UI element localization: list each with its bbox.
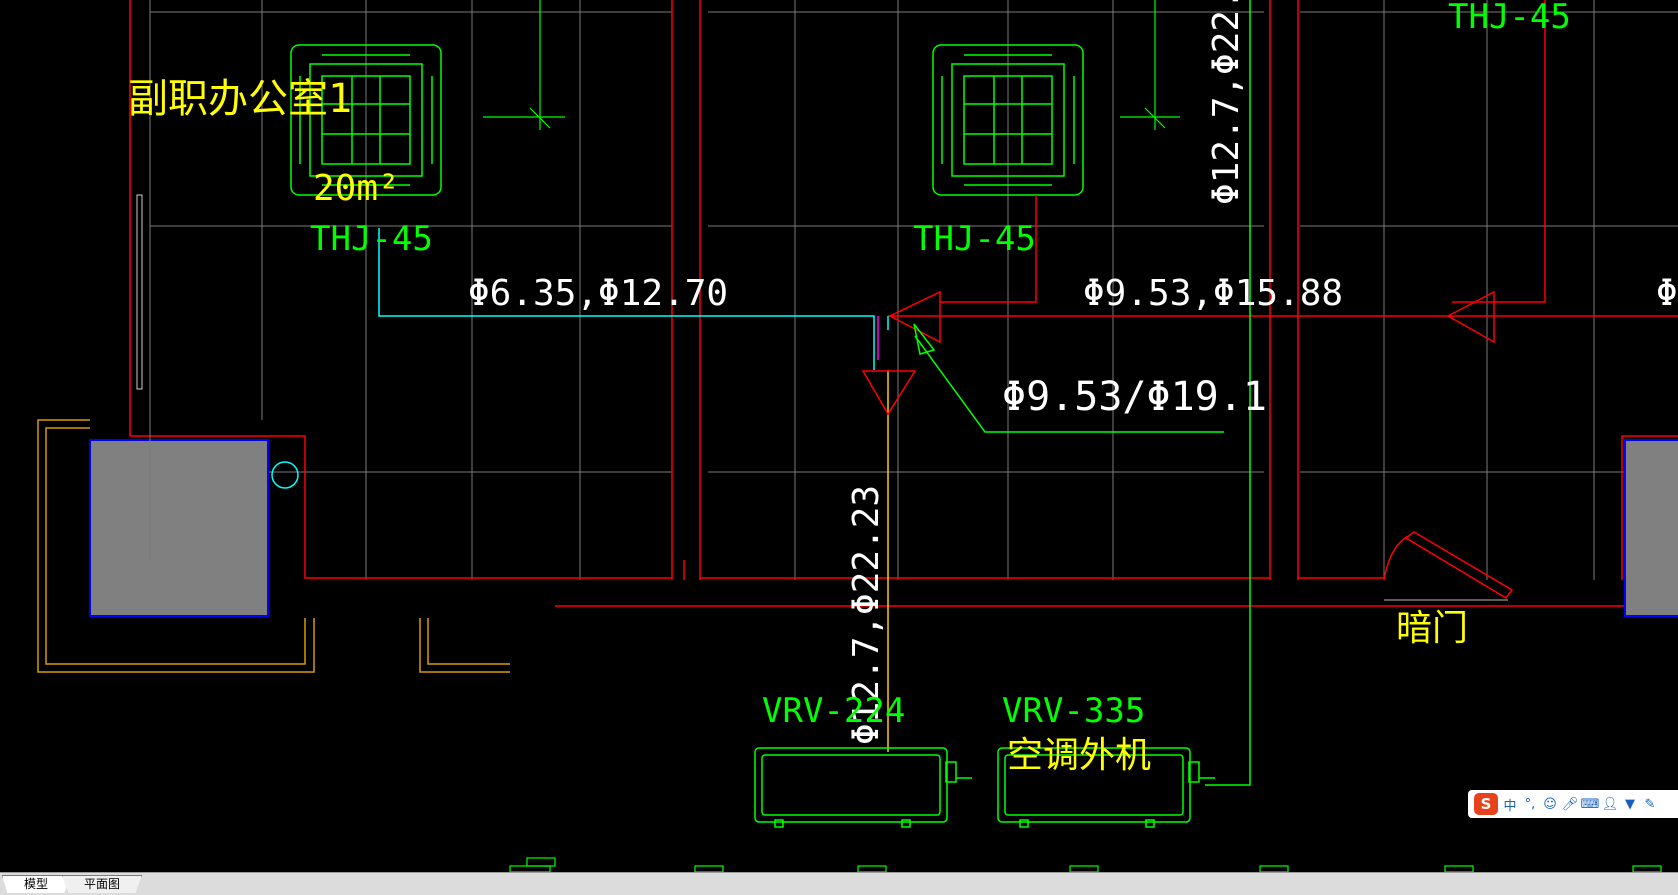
unit-top-right-model: THJ-45	[1448, 0, 1571, 37]
unit-left-model: THJ-45	[310, 219, 433, 259]
room-label: 副职办公室1	[128, 76, 352, 122]
tab-plan-view[interactable]: 平面图	[62, 875, 142, 893]
outdoor-unit-2-model: VRV-335	[1002, 691, 1145, 731]
pipe-size-left: Φ6.35,Φ12.70	[468, 273, 728, 314]
tab-model[interactable]: 模型	[2, 875, 70, 893]
emoji-icon[interactable]: ☺	[1542, 796, 1558, 812]
punctuation-toggle[interactable]: °,	[1522, 796, 1538, 812]
hidden-door-label: 暗门	[1396, 608, 1468, 649]
unit-mid-model: THJ-45	[913, 219, 1036, 259]
pipe-size-right-partial: Φ	[1656, 273, 1678, 314]
wrench-icon[interactable]: ✎	[1642, 796, 1658, 812]
ime-toolbar[interactable]: S 中 °, ☺ 🎤︎ ⌨ 👤︎ ▼ ✎	[1468, 790, 1678, 818]
user-icon[interactable]: 👤︎	[1602, 796, 1619, 812]
cad-drawing-canvas[interactable]: 副职办公室1 20m² THJ-45 THJ-45 THJ-45 Φ6.35,Φ…	[0, 0, 1678, 872]
room-area: 20m²	[313, 168, 400, 209]
shirt-icon[interactable]: ▼	[1622, 796, 1638, 812]
pipe-size-mid: Φ9.53,Φ15.88	[1083, 273, 1343, 314]
pipe-size-branch: Φ9.53/Φ19.1	[1002, 374, 1267, 420]
outdoor-unit-1-model: VRV-224	[762, 691, 905, 731]
ime-mode-toggle[interactable]: 中	[1502, 796, 1518, 814]
outdoor-unit-label: 空调外机	[1007, 735, 1151, 776]
sogou-logo-icon[interactable]: S	[1474, 793, 1498, 815]
layout-tab-bar: 模型 平面图	[0, 872, 1678, 895]
pipe-size-vertical-top: Φ12.7,Φ22.2	[1206, 0, 1247, 205]
keyboard-icon[interactable]: ⌨	[1581, 796, 1600, 812]
mic-icon[interactable]: 🎤︎	[1562, 796, 1579, 812]
